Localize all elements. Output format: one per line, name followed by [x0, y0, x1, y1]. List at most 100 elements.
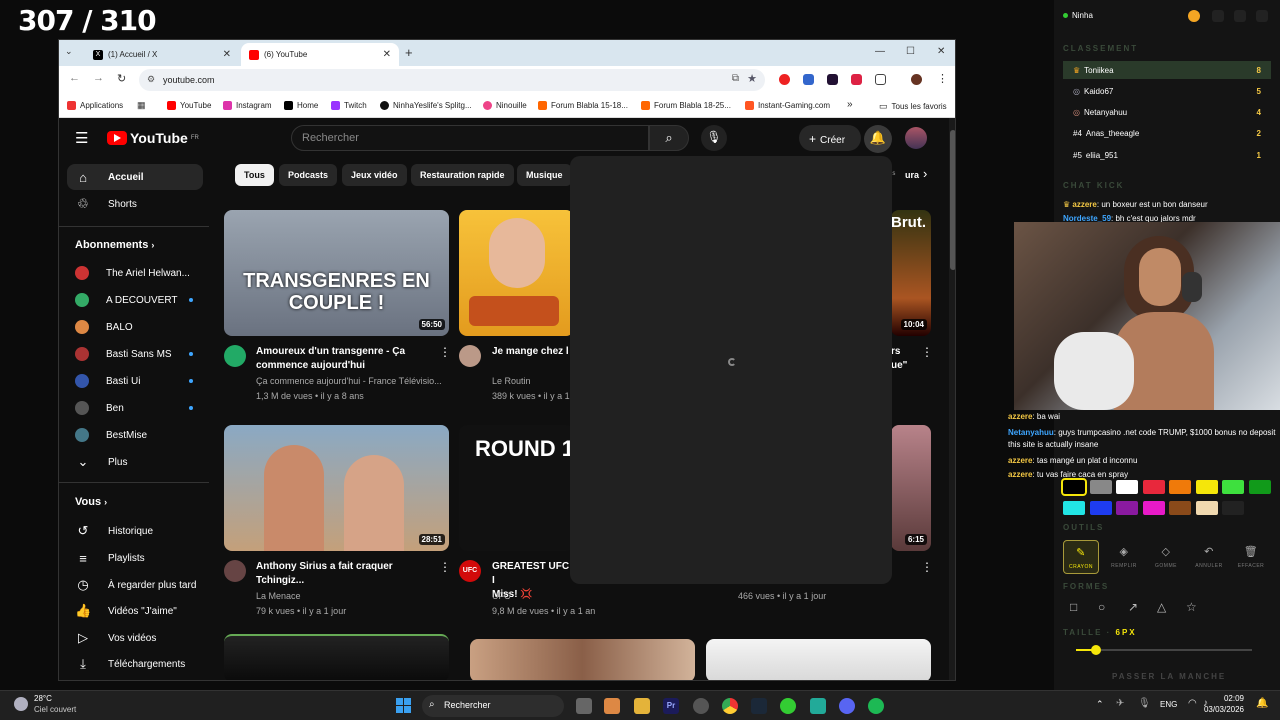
channel-name[interactable]: Le Routin [492, 374, 531, 389]
sidebar-item-subscription[interactable]: Ben [67, 395, 203, 421]
channel-avatar[interactable] [459, 345, 481, 367]
discord-icon[interactable] [839, 698, 855, 714]
app-icon[interactable] [693, 698, 709, 714]
video-title[interactable]: rs ue" [891, 345, 921, 373]
clock-time[interactable]: 02:09 [1218, 694, 1244, 703]
bookmark-splitgate[interactable]: NinhaYeslife's Splitg... [380, 101, 472, 110]
exit-icon[interactable] [1256, 10, 1268, 22]
create-button[interactable]: + Créer [799, 125, 861, 151]
language-indicator[interactable]: ENG [1160, 700, 1177, 709]
sidebar-item-subscription[interactable]: Basti Ui [67, 368, 203, 394]
size-slider[interactable] [1076, 645, 1252, 655]
puzzle-icon[interactable] [875, 74, 886, 85]
video-title[interactable]: Amoureux d'un transgenre - Ça commence a… [256, 345, 436, 373]
sidebar-item-subscription[interactable]: The Ariel Helwan... [67, 260, 203, 286]
sidebar-item-shorts[interactable]: ♲ Shorts [67, 191, 203, 217]
bookmark-instant-gaming[interactable]: Instant-Gaming.com [745, 101, 830, 110]
bookmark-youtube[interactable]: YouTube [167, 101, 211, 110]
site-info-icon[interactable]: ⚙ [147, 74, 155, 85]
color-swatch[interactable] [1063, 501, 1085, 515]
bookmark-ninouille[interactable]: Ninouille [483, 101, 527, 110]
circle-shape-icon[interactable]: ○ [1098, 600, 1105, 614]
chip-partial[interactable]: ura [905, 170, 919, 180]
maximize-button[interactable]: ☐ [906, 46, 915, 57]
color-swatch[interactable] [1142, 480, 1165, 494]
chip-all[interactable]: Tous [235, 164, 274, 186]
app-icon[interactable] [604, 698, 620, 714]
sidebar-item-downloads[interactable]: ⤓ Téléchargements [67, 651, 203, 677]
channel-avatar[interactable] [224, 345, 246, 367]
sidebar-item-subscription[interactable]: A DECOUVERT [67, 287, 203, 313]
arrow-shape-icon[interactable]: ↗ [1128, 600, 1138, 614]
weather-temp[interactable]: 28°C [34, 694, 52, 703]
color-swatch[interactable] [1116, 480, 1138, 494]
triangle-shape-icon[interactable]: △ [1157, 600, 1166, 614]
install-icon[interactable]: ⧉ [732, 73, 739, 84]
extension-icon[interactable] [779, 74, 790, 85]
size-slider-handle[interactable] [1091, 645, 1101, 655]
color-swatch[interactable] [1169, 480, 1191, 494]
color-swatch[interactable] [1142, 501, 1165, 515]
sidebar-item-subscription[interactable]: Basti Sans MS [67, 341, 203, 367]
weather-desc[interactable]: Ciel couvert [34, 705, 76, 714]
video-thumbnail[interactable] [224, 634, 449, 680]
sidebar-item-home[interactable]: ⌂ Accueil [67, 164, 203, 190]
sidebar-item-liked[interactable]: 👍 Vidéos "J'aime" [67, 598, 203, 624]
video-thumbnail[interactable]: Brut. 10:04 [891, 210, 931, 336]
menu-icon[interactable]: ⋮ [937, 72, 948, 85]
close-icon[interactable]: ✕ [383, 49, 391, 60]
video-thumbnail[interactable] [706, 639, 931, 680]
microphone-icon[interactable]: 🎙 [1138, 698, 1151, 709]
extension-icon[interactable] [827, 74, 838, 85]
chip-music[interactable]: Musique [517, 164, 572, 186]
color-swatch[interactable] [1222, 501, 1244, 515]
more-options-icon[interactable]: ⋮ [439, 345, 451, 359]
search-input[interactable]: Rechercher [291, 125, 649, 151]
clear-tool[interactable]: 🗑 EFFACER [1233, 540, 1269, 574]
pencil-tool[interactable]: ✎ CRAYON [1063, 540, 1099, 574]
sidebar-item-subscription[interactable]: BestMise [67, 422, 203, 448]
reload-button[interactable]: ↻ [117, 72, 126, 85]
back-button[interactable]: ← [69, 72, 80, 84]
color-swatch[interactable] [1195, 480, 1218, 494]
color-swatch[interactable] [1089, 501, 1112, 515]
close-icon[interactable]: ✕ [223, 49, 231, 60]
color-swatch[interactable] [1116, 501, 1138, 515]
more-options-icon[interactable]: ⋮ [439, 560, 451, 574]
undo-tool[interactable]: ↶ ANNULER [1191, 540, 1227, 574]
chrome-icon[interactable] [722, 698, 738, 714]
youtube-logo[interactable]: YouTube FR [107, 130, 199, 146]
bookmark-forum-18-25[interactable]: Forum Blabla 18-25... [641, 101, 731, 110]
chevron-right-icon[interactable]: › [923, 166, 927, 181]
scrollbar-thumb[interactable] [950, 130, 955, 270]
chip-fast-food[interactable]: Restauration rapide [411, 164, 514, 186]
color-swatch[interactable] [1195, 501, 1218, 515]
color-swatch[interactable] [1222, 480, 1244, 494]
app-icon[interactable] [780, 698, 796, 714]
color-swatch[interactable] [1089, 480, 1112, 494]
video-thumbnail[interactable] [470, 639, 695, 680]
grid-icon[interactable]: ▦ [137, 100, 146, 111]
spotify-icon[interactable] [868, 698, 884, 714]
channel-avatar[interactable] [224, 560, 246, 582]
video-thumbnail[interactable]: ROUND 1 [459, 425, 574, 551]
bookmark-twitch[interactable]: Twitch [331, 101, 367, 110]
settings-icon[interactable] [1234, 10, 1246, 22]
fill-tool[interactable]: ◈ REMPLIR [1106, 540, 1142, 574]
bookmark-forum-15-18[interactable]: Forum Blabla 15-18... [538, 101, 628, 110]
premiere-icon[interactable]: Pr [663, 698, 679, 714]
trash-icon[interactable] [1212, 10, 1224, 22]
address-bar[interactable]: ⚙ youtube.com ⧉ ★ [139, 69, 765, 91]
video-thumbnail[interactable]: 6:15 [891, 425, 931, 551]
folder-icon[interactable] [634, 698, 650, 714]
tab-youtube[interactable]: (6) YouTube ✕ [241, 43, 399, 66]
bookmark-instagram[interactable]: Instagram [223, 101, 272, 110]
sidebar-item-subscription[interactable]: BALO [67, 314, 203, 340]
sidebar-item-playlists[interactable]: ≡ Playlists [67, 545, 203, 571]
forward-button[interactable]: → [93, 72, 104, 84]
sidebar-item-watch-later[interactable]: ◷ À regarder plus tard [67, 572, 203, 598]
color-swatch[interactable] [1169, 501, 1191, 515]
avatar[interactable] [905, 127, 927, 149]
chevron-up-icon[interactable]: ⌃ [1096, 699, 1104, 710]
bookmark-apps[interactable]: Applications [67, 101, 123, 110]
